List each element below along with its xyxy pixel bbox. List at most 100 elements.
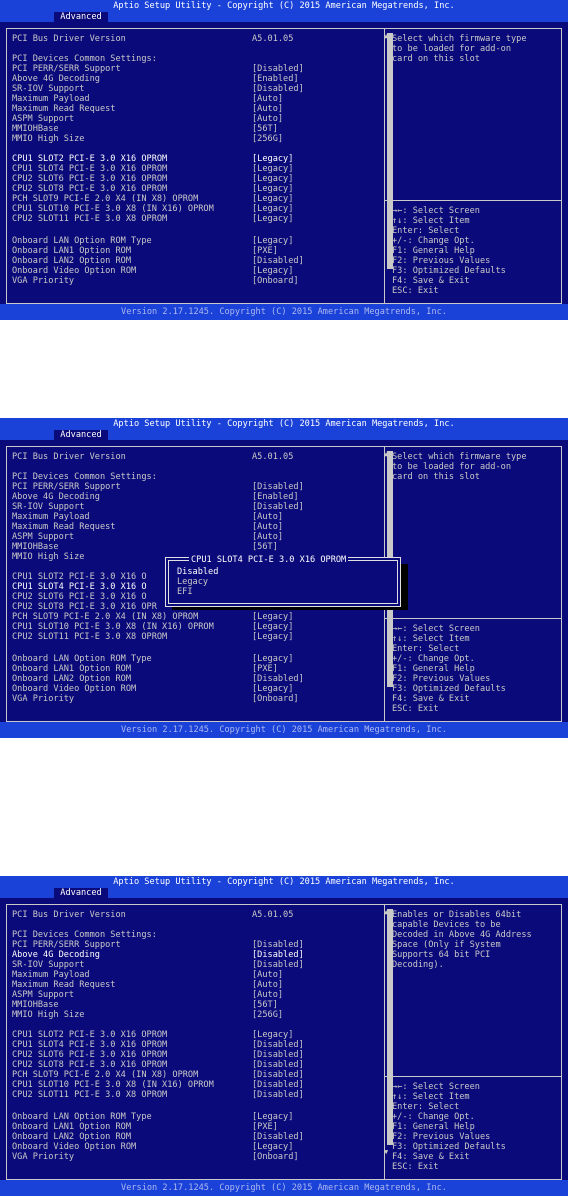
setting-label[interactable]: Onboard Video Option ROM <box>12 684 136 694</box>
setting-label[interactable]: PCI PERR/SERR Support <box>12 940 121 950</box>
setting-label[interactable]: Onboard LAN1 Option ROM <box>12 664 131 674</box>
setting-label[interactable]: Onboard LAN Option ROM Type <box>12 654 152 664</box>
setting-value[interactable]: [Disabled] <box>252 674 304 684</box>
scroll-up-icon[interactable]: ▲ <box>384 32 388 40</box>
setting-value[interactable]: [Legacy] <box>252 164 293 174</box>
setting-value[interactable]: [Disabled] <box>252 1040 304 1050</box>
setting-value[interactable]: [Onboard] <box>252 276 299 286</box>
setting-label[interactable]: VGA Priority <box>12 694 74 704</box>
setting-value[interactable]: [Legacy] <box>252 174 293 184</box>
setting-value[interactable]: [Disabled] <box>252 940 304 950</box>
setting-value[interactable]: [Legacy] <box>252 632 293 642</box>
setting-label[interactable]: CPU1 SLOT2 PCI-E 3.0 X16 O <box>12 572 147 582</box>
setting-value[interactable]: [Legacy] <box>252 236 293 246</box>
setting-value[interactable]: [Legacy] <box>252 214 293 224</box>
setting-value[interactable]: [PXE] <box>252 664 278 674</box>
setting-value[interactable]: [Auto] <box>252 532 283 542</box>
setting-label-selected[interactable]: Above 4G Decoding <box>12 950 100 960</box>
setting-label[interactable]: Maximum Payload <box>12 512 90 522</box>
setting-label[interactable]: SR-IOV Support <box>12 502 84 512</box>
popup-option-disabled[interactable]: Disabled <box>177 567 218 577</box>
scroll-down-icon[interactable]: ▼ <box>384 1148 388 1156</box>
setting-label[interactable]: VGA Priority <box>12 1152 74 1162</box>
setting-value[interactable]: [Auto] <box>252 980 283 990</box>
setting-label[interactable]: Onboard LAN2 Option ROM <box>12 1132 131 1142</box>
setting-label[interactable]: Onboard Video Option ROM <box>12 1142 136 1152</box>
setting-label[interactable]: Onboard LAN1 Option ROM <box>12 246 131 256</box>
setting-label[interactable]: CPU2 SLOT8 PCI-E 3.0 X16 OPR <box>12 602 157 612</box>
setting-value[interactable]: [Legacy] <box>252 1112 293 1122</box>
setting-label[interactable]: CPU1 SLOT2 PCI-E 3.0 X16 OPROM <box>12 1030 167 1040</box>
setting-value[interactable]: [Auto] <box>252 114 283 124</box>
setting-label[interactable]: Maximum Read Request <box>12 980 115 990</box>
setting-label[interactable]: ASPM Support <box>12 532 74 542</box>
setting-value[interactable]: [Disabled] <box>252 1070 304 1080</box>
setting-value[interactable]: [Legacy] <box>252 684 293 694</box>
setting-label[interactable]: SR-IOV Support <box>12 84 84 94</box>
setting-value[interactable]: [Disabled] <box>252 1050 304 1060</box>
scroll-up-icon[interactable]: ▲ <box>384 908 388 916</box>
setting-label[interactable]: CPU1 SLOT10 PCI-E 3.0 X8 (IN X16) OPROM <box>12 622 214 632</box>
setting-label[interactable]: CPU2 SLOT11 PCI-E 3.0 X8 OPROM <box>12 1090 167 1100</box>
setting-value[interactable]: [Disabled] <box>252 960 304 970</box>
setting-label[interactable]: Onboard LAN Option ROM Type <box>12 236 152 246</box>
setting-label[interactable]: CPU1 SLOT4 PCI-E 3.0 X16 OPROM <box>12 164 167 174</box>
setting-value[interactable]: [Onboard] <box>252 694 299 704</box>
setting-value-selected[interactable]: [Disabled] <box>252 950 304 960</box>
setting-value[interactable]: [Legacy] <box>252 1030 293 1040</box>
setting-value[interactable]: [Legacy] <box>252 612 293 622</box>
setting-label[interactable]: Above 4G Decoding <box>12 74 100 84</box>
setting-value[interactable]: [Disabled] <box>252 84 304 94</box>
setting-value[interactable]: [Legacy] <box>252 622 293 632</box>
setting-value[interactable]: [Disabled] <box>252 1060 304 1070</box>
setting-label[interactable]: CPU1 SLOT4 PCI-E 3.0 X16 OPROM <box>12 1040 167 1050</box>
setting-label[interactable]: PCH SLOT9 PCI-E 2.0 X4 (IN X8) OPROM <box>12 612 198 622</box>
setting-label[interactable]: CPU2 SLOT8 PCI-E 3.0 X16 OPROM <box>12 1060 167 1070</box>
setting-label[interactable]: MMIO High Size <box>12 1010 84 1020</box>
setting-value[interactable]: [Legacy] <box>252 266 293 276</box>
setting-value[interactable]: [Auto] <box>252 94 283 104</box>
setting-label[interactable]: CPU2 SLOT6 PCI-E 3.0 X16 O <box>12 592 147 602</box>
setting-value[interactable]: [56T] <box>252 1000 278 1010</box>
setting-label[interactable]: Onboard LAN Option ROM Type <box>12 1112 152 1122</box>
setting-label[interactable]: Onboard LAN2 Option ROM <box>12 674 131 684</box>
setting-label[interactable]: VGA Priority <box>12 276 74 286</box>
setting-label[interactable]: ASPM Support <box>12 114 74 124</box>
setting-label[interactable]: PCI PERR/SERR Support <box>12 64 121 74</box>
tab-advanced[interactable]: Advanced <box>54 888 108 898</box>
setting-value[interactable]: [56T] <box>252 124 278 134</box>
setting-label[interactable]: CPU2 SLOT11 PCI-E 3.0 X8 OPROM <box>12 214 167 224</box>
setting-value[interactable]: [56T] <box>252 542 278 552</box>
setting-label[interactable]: PCI PERR/SERR Support <box>12 482 121 492</box>
tab-advanced[interactable]: Advanced <box>54 430 108 440</box>
setting-label[interactable]: MMIO High Size <box>12 134 84 144</box>
setting-value[interactable]: [Disabled] <box>252 482 304 492</box>
setting-value[interactable]: [Auto] <box>252 512 283 522</box>
popup-option-efi[interactable]: EFI <box>177 587 193 597</box>
setting-value[interactable]: [Disabled] <box>252 256 304 266</box>
setting-value-selected[interactable]: [Legacy] <box>252 154 293 164</box>
setting-value[interactable]: [Auto] <box>252 970 283 980</box>
tab-advanced[interactable]: Advanced <box>54 12 108 22</box>
setting-label[interactable]: PCH SLOT9 PCI-E 2.0 X4 (IN X8) OPROM <box>12 1070 198 1080</box>
setting-value[interactable]: [256G] <box>252 1010 283 1020</box>
setting-value[interactable]: [PXE] <box>252 1122 278 1132</box>
setting-label[interactable]: CPU1 SLOT10 PCI-E 3.0 X8 (IN X16) OPROM <box>12 1080 214 1090</box>
setting-value[interactable]: [256G] <box>252 134 283 144</box>
setting-label[interactable]: CPU2 SLOT8 PCI-E 3.0 X16 OPROM <box>12 184 167 194</box>
setting-label[interactable]: MMIOHBase <box>12 124 59 134</box>
setting-value[interactable]: [Disabled] <box>252 502 304 512</box>
setting-label[interactable]: Onboard Video Option ROM <box>12 266 136 276</box>
setting-label[interactable]: MMIOHBase <box>12 1000 59 1010</box>
setting-label[interactable]: CPU1 SLOT10 PCI-E 3.0 X8 (IN X16) OPROM <box>12 204 214 214</box>
setting-label[interactable]: PCH SLOT9 PCI-E 2.0 X4 (IN X8) OPROM <box>12 194 198 204</box>
setting-label[interactable]: Above 4G Decoding <box>12 492 100 502</box>
setting-label[interactable]: Maximum Payload <box>12 970 90 980</box>
setting-value[interactable]: [Auto] <box>252 104 283 114</box>
setting-label[interactable]: Maximum Read Request <box>12 104 115 114</box>
setting-value[interactable]: [Disabled] <box>252 1132 304 1142</box>
setting-value[interactable]: [Legacy] <box>252 654 293 664</box>
setting-value[interactable]: [Disabled] <box>252 64 304 74</box>
setting-value[interactable]: [Legacy] <box>252 204 293 214</box>
setting-label-selected[interactable]: CPU1 SLOT2 PCI-E 3.0 X16 OPROM <box>12 154 167 164</box>
